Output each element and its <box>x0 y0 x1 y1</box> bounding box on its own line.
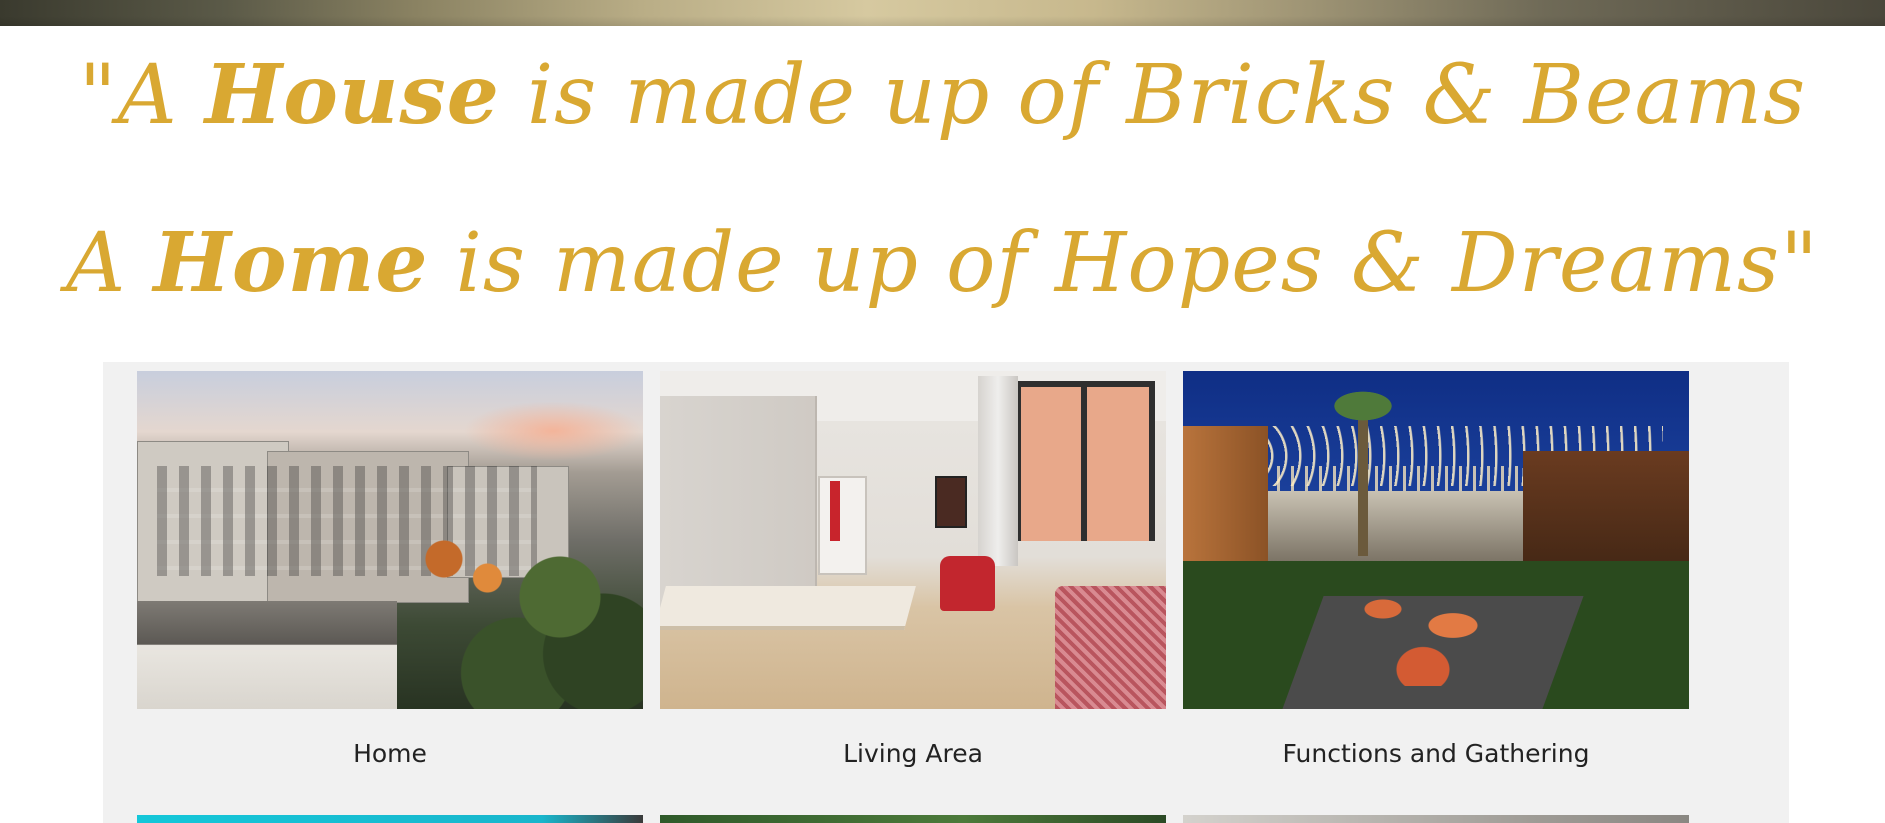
gallery-caption-living-area[interactable]: Living Area <box>660 739 1166 769</box>
terrace <box>137 601 397 709</box>
quote-line-2: A Home is made up of Hopes & Dreams" <box>0 208 1885 319</box>
quote-line-1-prefix: "A <box>78 48 205 143</box>
living-area-image[interactable] <box>660 371 1166 709</box>
gallery-panel: Home Living Area Functions and Gathering <box>103 362 1789 823</box>
gallery-card-living-area[interactable]: Living Area <box>660 371 1166 769</box>
wall-art <box>935 476 967 528</box>
quote-emphasis-house: House <box>204 47 500 143</box>
window <box>1015 381 1155 541</box>
venue-building <box>1263 491 1563 561</box>
quote-line-2-prefix: A <box>66 216 154 311</box>
sofa <box>1055 586 1166 709</box>
gallery-card-functions[interactable]: Functions and Gathering <box>1183 371 1689 769</box>
sky-glow <box>463 401 643 461</box>
quote-line-1-suffix: is made up of Bricks & Beams <box>499 48 1807 143</box>
gallery-card-home[interactable]: Home <box>137 371 643 769</box>
palm-leaves <box>1313 381 1413 431</box>
dining-table <box>660 586 916 630</box>
red-towel <box>830 481 840 541</box>
gallery-caption-home[interactable]: Home <box>137 739 643 769</box>
home-building-image[interactable] <box>137 371 643 709</box>
functions-gathering-image[interactable] <box>1183 371 1689 709</box>
gallery-caption-functions[interactable]: Functions and Gathering <box>1183 739 1689 769</box>
armchair <box>940 556 995 611</box>
quote-line-2-suffix: is made up of Hopes & Dreams" <box>428 216 1819 311</box>
quote-emphasis-home: Home <box>153 215 429 311</box>
picnic-tables <box>1333 576 1533 686</box>
gallery-next-row-image[interactable] <box>660 815 1166 823</box>
trees <box>357 521 643 709</box>
quote-banner: "A House is made up of Bricks & Beams A … <box>0 26 1885 362</box>
hero-image-strip <box>0 0 1885 26</box>
gallery-next-row-image[interactable] <box>1183 815 1689 823</box>
gallery-next-row-image[interactable] <box>137 815 643 823</box>
curtain <box>978 376 1018 566</box>
door <box>818 476 867 575</box>
quote-line-1: "A House is made up of Bricks & Beams <box>0 40 1885 151</box>
